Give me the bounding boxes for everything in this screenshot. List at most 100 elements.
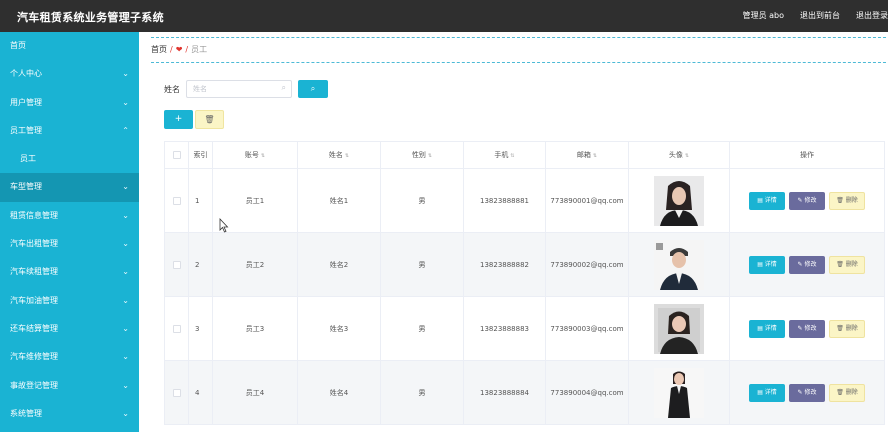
row-gender: 男 <box>381 169 464 232</box>
chevron-down-icon: ⌄ <box>122 408 129 418</box>
batch-delete-button[interactable]: 🗑 <box>195 110 224 129</box>
plus-icon: + <box>174 114 183 124</box>
row-gender: 男 <box>381 233 464 296</box>
sidebar-item-car-renewal-management[interactable]: 汽车续租管理 ⌄ <box>0 258 139 286</box>
sidebar-item-label: 个人中心 <box>10 69 42 79</box>
sidebar-subitem-employee[interactable]: 员工 <box>0 145 139 173</box>
edit-button[interactable]: ✎ 修改 <box>789 319 825 338</box>
row-checkbox[interactable] <box>172 324 181 333</box>
row-checkbox[interactable] <box>172 196 181 205</box>
row-phone: 13823888884 <box>464 361 546 424</box>
delete-button[interactable]: 🗑 删除 <box>829 319 865 338</box>
top-actions: 管理员 abo 退出到前台 退出登录 <box>743 10 888 21</box>
edit-button[interactable]: ✎ 修改 <box>789 191 825 210</box>
sidebar-item-system-management[interactable]: 系统管理 ⌄ <box>0 400 139 428</box>
row-email: 773890001@qq.com <box>546 169 629 232</box>
main-content: 首页 / ❤ / 员工 姓名 ⌕ ⌕ + 🗑 索引 账号⇅ 姓名⇅ 性别⇅ 手机… <box>139 32 888 432</box>
row-checkbox[interactable] <box>172 260 181 269</box>
employee-table: 索引 账号 ⇅ 姓名 ⇅ 性别 ⇅ 手机 ⇅ 邮箱 ⇅ 头像 ⇅ 操作 1 员工1 姓名1 … <box>164 141 885 425</box>
sidebar-item-label: 汽车维修管理 <box>10 352 58 362</box>
action-row: + 🗑 <box>164 110 224 129</box>
trash-icon: 🗑 <box>836 260 846 268</box>
detail-button[interactable]: ▤ 详情 <box>749 383 785 402</box>
sidebar-item-label: 系统管理 <box>10 408 42 418</box>
edit-button[interactable]: ✎ 修改 <box>789 255 825 274</box>
frontend-link[interactable]: 退出到前台 <box>800 10 840 21</box>
sidebar-item-car-fuel-management[interactable]: 汽车加油管理 ⌄ <box>0 287 139 315</box>
sidebar-item-personal-center[interactable]: 个人中心 ⌄ <box>0 60 139 88</box>
sort-icon[interactable]: ⇅ <box>685 153 689 159</box>
sidebar-item-employee-management[interactable]: 员工管理 ⌃ <box>0 117 139 145</box>
row-checkbox[interactable] <box>172 388 181 397</box>
chevron-down-icon: ⌄ <box>122 239 129 249</box>
sort-icon[interactable]: ⇅ <box>593 153 597 159</box>
sidebar-item-label: 租赁信息管理 <box>10 210 58 220</box>
logout-link[interactable]: 退出登录 <box>856 10 888 21</box>
sort-icon[interactable]: ⇅ <box>261 153 265 159</box>
sidebar-item-label: 汽车出租管理 <box>10 239 58 249</box>
chevron-down-icon: ⌄ <box>122 69 129 79</box>
table-row: 4 员工4 姓名4 男 13823888884 773890004@qq.com… <box>164 361 885 425</box>
select-all-checkbox[interactable] <box>172 151 181 159</box>
breadcrumb: 首页 / ❤ / 员工 <box>151 44 207 55</box>
breadcrumb-home[interactable]: 首页 <box>151 44 167 55</box>
chevron-down-icon: ⌄ <box>122 267 129 277</box>
chevron-up-icon: ⌃ <box>122 125 129 135</box>
header-gender[interactable]: 性别 ⇅ <box>381 142 464 168</box>
sidebar-item-car-repair-management[interactable]: 汽车维修管理 ⌄ <box>0 343 139 371</box>
row-name: 姓名4 <box>298 361 381 424</box>
breadcrumb-separator: / <box>185 45 189 54</box>
row-account: 员工4 <box>213 361 298 424</box>
document-icon: ▤ <box>757 388 765 396</box>
detail-button[interactable]: ▤ 详情 <box>749 255 785 274</box>
sidebar-item-car-type-management[interactable]: 车型管理 ⌄ <box>0 173 139 202</box>
trash-icon: 🗑 <box>836 388 846 396</box>
trash-icon: 🗑 <box>836 324 846 332</box>
sidebar: 首页 个人中心 ⌄ 用户管理 ⌄ 员工管理 ⌃ 员工 车型管理 ⌄ 租赁信息管理 ⌄ 汽车… <box>0 32 139 432</box>
sidebar-item-return-settlement-management[interactable]: 还车结算管理 ⌄ <box>0 315 139 343</box>
search-input-wrapper: ⌕ <box>186 80 292 98</box>
add-button[interactable]: + <box>164 110 193 129</box>
detail-button[interactable]: ▤ 详情 <box>749 191 785 210</box>
sidebar-item-car-rental-management[interactable]: 汽车出租管理 ⌄ <box>0 230 139 258</box>
header-phone[interactable]: 手机 ⇅ <box>464 142 546 168</box>
delete-button[interactable]: 🗑 删除 <box>829 191 865 210</box>
sidebar-item-rental-info-management[interactable]: 租赁信息管理 ⌄ <box>0 202 139 230</box>
document-icon: ▤ <box>757 260 765 268</box>
sort-icon[interactable]: ⇅ <box>345 153 349 159</box>
mouse-cursor-icon <box>219 218 229 233</box>
avatar <box>654 175 704 226</box>
sort-icon[interactable]: ⇅ <box>428 153 432 159</box>
chevron-down-icon: ⌄ <box>122 97 129 107</box>
search-input[interactable] <box>193 83 273 95</box>
sidebar-item-label: 员工 <box>20 154 36 164</box>
header-actions: 操作 <box>800 151 814 159</box>
table-row: 1 员工1 姓名1 男 13823888881 773890001@qq.com… <box>164 169 885 233</box>
delete-button[interactable]: 🗑 删除 <box>829 383 865 402</box>
breadcrumb-current: 员工 <box>191 45 208 54</box>
delete-button[interactable]: 🗑 删除 <box>829 255 865 274</box>
row-phone: 13823888881 <box>464 169 546 232</box>
row-index: 1 <box>189 169 213 232</box>
row-index: 3 <box>189 297 213 360</box>
sidebar-item-label: 车型管理 <box>10 182 42 192</box>
sidebar-item-home[interactable]: 首页 <box>0 32 139 60</box>
detail-button[interactable]: ▤ 详情 <box>749 319 785 338</box>
row-name: 姓名1 <box>298 169 381 232</box>
header-account[interactable]: 账号 ⇅ <box>213 142 298 168</box>
sort-icon[interactable]: ⇅ <box>510 153 514 159</box>
header-avatar[interactable]: 头像 ⇅ <box>629 142 730 168</box>
header-email[interactable]: 邮箱 ⇅ <box>546 142 629 168</box>
header-name[interactable]: 姓名 ⇅ <box>298 142 381 168</box>
heart-icon: ❤ <box>175 45 183 54</box>
row-account: 员工2 <box>213 233 298 296</box>
app-title: 汽车租赁系统业务管理子系统 <box>17 11 164 24</box>
sidebar-item-label: 还车结算管理 <box>10 323 58 333</box>
sidebar-item-user-management[interactable]: 用户管理 ⌄ <box>0 89 139 117</box>
sidebar-item-label: 用户管理 <box>10 97 42 107</box>
row-index: 2 <box>189 233 213 296</box>
edit-button[interactable]: ✎ 修改 <box>789 383 825 402</box>
header-checkbox-cell <box>165 142 189 168</box>
search-button[interactable]: ⌕ <box>298 80 328 98</box>
sidebar-item-accident-registration-management[interactable]: 事故登记管理 ⌄ <box>0 372 139 400</box>
